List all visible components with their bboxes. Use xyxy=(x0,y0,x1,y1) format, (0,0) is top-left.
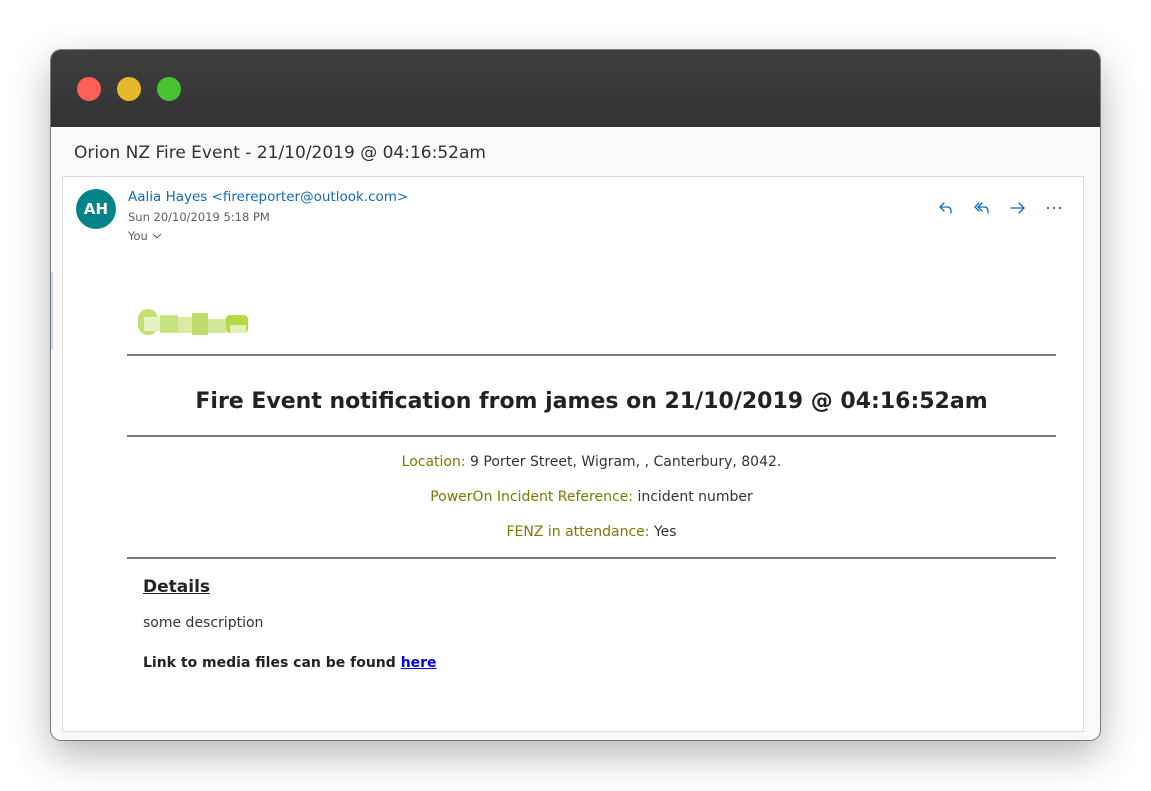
sender-name[interactable]: Aalia Hayes <firereporter@outlook.com> xyxy=(128,189,408,205)
maximize-window-button[interactable] xyxy=(157,77,181,101)
fenz-value: Yes xyxy=(653,524,677,540)
details-heading: Details xyxy=(143,577,211,597)
forward-button[interactable] xyxy=(1007,197,1029,219)
location-value: 9 Porter Street, Wigram, , Canterbury, 8… xyxy=(470,454,782,470)
sent-date: Sun 20/10/2019 5:18 PM xyxy=(128,210,270,224)
fenz-field: FENZ in attendance: Yes xyxy=(127,524,1056,540)
email-subject: Orion NZ Fire Event - 21/10/2019 @ 04:16… xyxy=(74,143,486,163)
media-line: Link to media files can be found here xyxy=(143,655,437,671)
message-actions xyxy=(935,197,1065,219)
notification-headline: Fire Event notification from james on 21… xyxy=(195,389,988,414)
close-window-button[interactable] xyxy=(77,77,101,101)
recipients[interactable]: You xyxy=(128,229,162,243)
media-link[interactable]: here xyxy=(401,655,437,671)
more-actions-icon xyxy=(1046,206,1062,210)
mail-window: Orion NZ Fire Event - 21/10/2019 @ 04:16… xyxy=(51,50,1100,740)
media-text: Link to media files can be found xyxy=(143,655,396,671)
divider xyxy=(127,435,1056,437)
recipient-label: You xyxy=(128,229,148,243)
reply-button[interactable] xyxy=(935,197,957,219)
minimize-window-button[interactable] xyxy=(117,77,141,101)
reply-all-button[interactable] xyxy=(971,197,993,219)
orion-logo xyxy=(138,309,248,335)
divider xyxy=(127,557,1056,559)
title-bar xyxy=(51,50,1100,127)
pane-resize-handle[interactable] xyxy=(51,272,53,350)
fenz-label: FENZ in attendance: xyxy=(506,524,650,540)
location-field: Location: 9 Porter Street, Wigram, , Can… xyxy=(127,454,1056,470)
forward-icon xyxy=(1010,202,1025,214)
incident-value: incident number xyxy=(637,489,753,505)
more-actions-button[interactable] xyxy=(1043,197,1065,219)
location-label: Location: xyxy=(401,454,466,470)
details-text: some description xyxy=(143,615,264,631)
reply-icon xyxy=(939,202,952,214)
chevron-down-icon[interactable] xyxy=(152,232,162,240)
divider xyxy=(127,354,1056,356)
incident-field: PowerOn Incident Reference: incident num… xyxy=(127,489,1056,505)
incident-label: PowerOn Incident Reference: xyxy=(430,489,634,505)
sender-avatar[interactable]: AH xyxy=(76,189,116,229)
reading-pane: AH Aalia Hayes <firereporter@outlook.com… xyxy=(62,176,1084,732)
reply-all-icon xyxy=(974,202,989,214)
